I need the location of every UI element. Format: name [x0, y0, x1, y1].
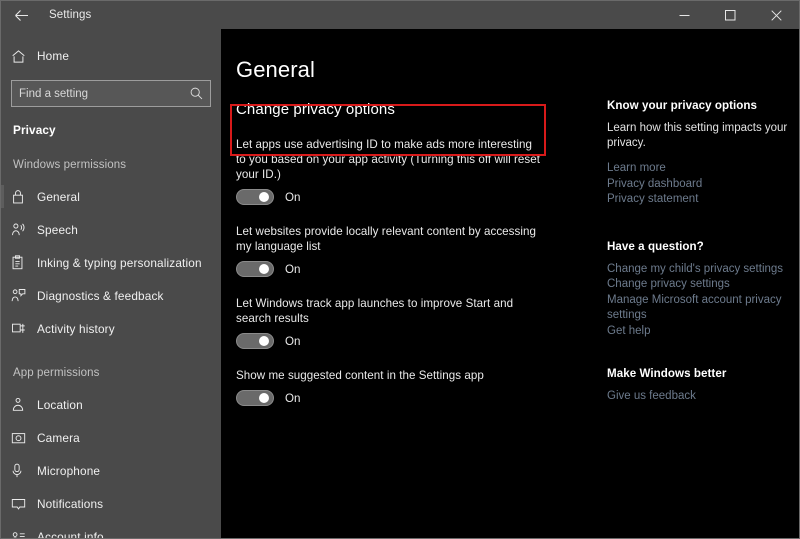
sidebar-item-account-info[interactable]: Account info	[1, 520, 221, 538]
right-panel-block-privacy-options: Know your privacy options Learn how this…	[607, 99, 789, 208]
toggle-knob	[259, 393, 269, 403]
toggle-state-label: On	[285, 190, 301, 204]
right-panel-block-make-windows-better: Make Windows better Give us feedback	[607, 367, 789, 405]
speech-icon	[11, 222, 37, 237]
back-arrow-icon	[14, 9, 29, 22]
search-input[interactable]	[19, 87, 190, 100]
sidebar-item-activity-history[interactable]: Activity history	[1, 312, 221, 345]
sidebar-item-label-microphone: Microphone	[37, 463, 101, 478]
toggle-row: On	[236, 189, 541, 205]
sidebar-group-title-windows-permissions: Windows permissions	[13, 159, 127, 171]
link-change-child-privacy-settings[interactable]: Change my child's privacy settings	[607, 262, 789, 278]
link-give-us-feedback[interactable]: Give us feedback	[607, 389, 789, 405]
link-privacy-dashboard[interactable]: Privacy dashboard	[607, 177, 789, 193]
maximize-icon	[724, 9, 736, 21]
sidebar-item-label-location: Location	[37, 397, 83, 412]
search-box[interactable]	[11, 80, 211, 107]
privacy-option-app-launches: Let Windows track app launches to improv…	[236, 296, 541, 349]
sidebar-item-label-camera: Camera	[37, 430, 80, 445]
activity-icon	[11, 321, 37, 336]
app-title: Settings	[49, 9, 92, 21]
toggle-knob	[259, 264, 269, 274]
link-manage-microsoft-account-privacy-settings[interactable]: Manage Microsoft account privacy setting…	[607, 293, 789, 324]
maximize-button[interactable]	[707, 1, 753, 29]
account-info-icon	[11, 530, 37, 538]
option-label: Let Windows track app launches to improv…	[236, 297, 514, 325]
window-body: Home Privacy Windows permissions	[1, 29, 799, 538]
sidebar-item-label-speech: Speech	[37, 222, 78, 237]
notifications-icon	[11, 497, 37, 511]
home-icon	[11, 49, 37, 64]
right-panel-heading: Have a question?	[607, 239, 704, 253]
sidebar-item-diagnostics-feedback[interactable]: Diagnostics & feedback	[1, 279, 221, 312]
sidebar-item-camera[interactable]: Camera	[1, 421, 221, 454]
option-label: Let apps use advertising ID to make ads …	[236, 138, 541, 181]
sidebar-group-windows-permissions: General Speech Inking & typing personali…	[1, 180, 221, 345]
toggle-app-launches[interactable]	[236, 333, 274, 349]
toggle-state-label: On	[285, 391, 301, 405]
sidebar-item-location[interactable]: Location	[1, 388, 221, 421]
right-panel: Know your privacy options Learn how this…	[599, 29, 799, 538]
sidebar: Home Privacy Windows permissions	[1, 29, 221, 538]
sidebar-item-label-general: General	[37, 189, 81, 204]
sidebar-group-app-permissions: Location Camera Microphone Notifications…	[1, 388, 221, 538]
toggle-knob	[259, 192, 269, 202]
clipboard-icon	[11, 255, 37, 270]
back-button[interactable]	[1, 1, 41, 29]
sidebar-item-home[interactable]: Home	[1, 41, 221, 71]
right-panel-heading: Make Windows better	[607, 367, 727, 380]
sidebar-item-label-home: Home	[37, 49, 70, 63]
microphone-icon	[11, 463, 37, 478]
toggle-state-label: On	[285, 262, 301, 276]
privacy-option-suggested-content: Show me suggested content in the Setting…	[236, 368, 541, 406]
close-button[interactable]	[753, 1, 799, 29]
toggle-knob	[259, 336, 269, 346]
sidebar-category-title: Privacy	[13, 123, 56, 137]
feedback-icon	[11, 288, 37, 303]
section-title: Change privacy options	[236, 101, 395, 118]
link-privacy-statement[interactable]: Privacy statement	[607, 192, 789, 208]
toggle-suggested-content[interactable]	[236, 390, 274, 406]
search-container	[1, 80, 221, 107]
toggle-row: On	[236, 333, 541, 349]
link-change-privacy-settings[interactable]: Change privacy settings	[607, 277, 789, 293]
location-icon	[11, 397, 37, 412]
toggle-state-label: On	[285, 334, 301, 348]
link-learn-more[interactable]: Learn more	[607, 161, 789, 177]
camera-icon	[11, 431, 37, 445]
link-get-help[interactable]: Get help	[607, 324, 789, 340]
minimize-icon	[679, 10, 690, 21]
sidebar-item-label-notifications: Notifications	[37, 496, 104, 511]
title-bar: Settings	[1, 1, 799, 29]
sidebar-item-notifications[interactable]: Notifications	[1, 487, 221, 520]
option-label: Let websites provide locally relevant co…	[236, 225, 536, 253]
sidebar-item-microphone[interactable]: Microphone	[1, 454, 221, 487]
right-panel-block-have-a-question: Have a question? Change my child's priva…	[607, 240, 789, 340]
sidebar-item-label-diagnostics: Diagnostics & feedback	[37, 288, 164, 303]
toggle-advertising-id[interactable]	[236, 189, 274, 205]
main-content: General Change privacy options Let apps …	[221, 29, 599, 538]
privacy-option-language-list: Let websites provide locally relevant co…	[236, 224, 541, 277]
settings-window: Settings Home Find a setting Privacy Win…	[0, 0, 800, 539]
sidebar-item-label-activity: Activity history	[37, 321, 115, 336]
option-label: Show me suggested content in the Setting…	[236, 369, 484, 382]
sidebar-group-title-app-permissions: App permissions	[13, 367, 100, 379]
sidebar-item-label-account-info: Account info	[37, 529, 104, 539]
lock-icon	[11, 189, 37, 204]
search-icon[interactable]	[190, 87, 203, 100]
right-panel-heading: Know your privacy options	[607, 99, 758, 112]
privacy-option-advertising-id: Let apps use advertising ID to make ads …	[236, 134, 541, 205]
sidebar-item-speech[interactable]: Speech	[1, 213, 221, 246]
close-icon	[770, 9, 782, 21]
toggle-language-list[interactable]	[236, 261, 274, 277]
toggle-row: On	[236, 261, 541, 277]
sidebar-item-general[interactable]: General	[1, 180, 221, 213]
sidebar-item-label-inking: Inking & typing personalization	[37, 255, 202, 270]
window-controls	[661, 1, 799, 29]
sidebar-item-inking-typing-personalization[interactable]: Inking & typing personalization	[1, 246, 221, 279]
page-title: General	[236, 57, 315, 82]
right-panel-paragraph: Learn how this setting impacts your priv…	[607, 122, 788, 149]
minimize-button[interactable]	[661, 1, 707, 29]
toggle-row: On	[236, 390, 541, 406]
